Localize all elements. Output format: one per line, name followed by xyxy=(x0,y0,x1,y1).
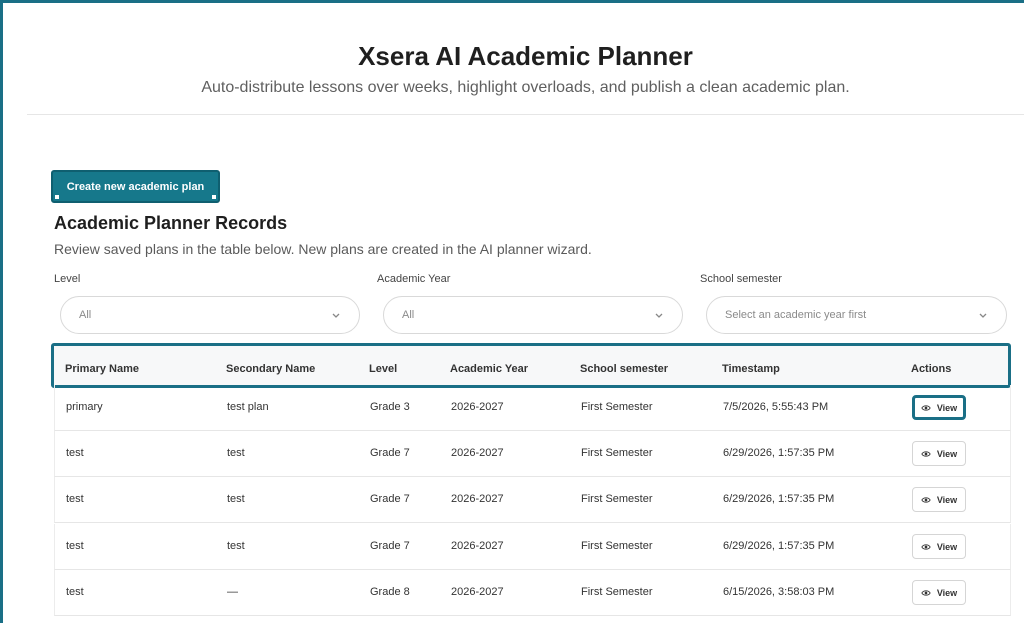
cell-level: Grade 7 xyxy=(370,540,410,552)
table-row: primary test plan Grade 3 2026-2027 First Se… xyxy=(54,385,1011,431)
level-filter-label: Level xyxy=(54,273,81,285)
eye-icon xyxy=(921,589,931,596)
column-header-actions: Actions xyxy=(911,363,952,375)
table-header: Primary Name Secondary Name Level Academ… xyxy=(51,343,1011,388)
column-header-secondary-name[interactable]: Secondary Name xyxy=(226,363,315,375)
cell-school-semester: First Semester xyxy=(581,586,653,598)
level-select[interactable]: All xyxy=(60,296,360,334)
cell-secondary-name: — xyxy=(227,586,238,598)
academic-year-filter-label: Academic Year xyxy=(377,273,451,285)
page-subtitle: Auto-distribute lessons over weeks, high… xyxy=(201,79,850,96)
column-header-level[interactable]: Level xyxy=(369,363,397,375)
level-select-value: All xyxy=(79,309,92,321)
table-row: test test Grade 7 2026-2027 First Semester 6/… xyxy=(54,524,1011,570)
view-button-label: View xyxy=(936,541,958,552)
column-header-primary-name[interactable]: Primary Name xyxy=(65,363,139,375)
view-button[interactable]: View xyxy=(912,395,966,420)
view-button-label: View xyxy=(936,587,958,598)
chevron-down-icon xyxy=(979,313,987,318)
semester-filter-label: School semester xyxy=(700,273,782,285)
cell-timestamp: 6/29/2026, 1:57:35 PM xyxy=(723,540,835,552)
cell-school-semester: First Semester xyxy=(581,447,653,459)
view-button-label: View xyxy=(936,448,958,459)
cell-secondary-name: test xyxy=(227,493,245,505)
cell-primary-name: test xyxy=(66,493,84,505)
cell-secondary-name: test plan xyxy=(227,401,269,413)
chevron-down-icon xyxy=(655,313,663,318)
academic-year-select-value: All xyxy=(402,309,415,321)
create-plan-button[interactable]: Create new academic plan xyxy=(51,170,220,203)
column-header-school-semester[interactable]: School semester xyxy=(580,363,668,375)
cell-level: Grade 3 xyxy=(370,401,410,413)
cell-secondary-name: test xyxy=(227,447,245,459)
view-button-label: View xyxy=(936,402,958,413)
semester-select[interactable]: Select an academic year first xyxy=(706,296,1007,334)
cell-school-semester: First Semester xyxy=(581,540,653,552)
cell-timestamp: 7/5/2026, 5:55:43 PM xyxy=(723,401,829,413)
table-row: test test Grade 7 2026-2027 First Semester 6/… xyxy=(54,477,1011,523)
cell-secondary-name: test xyxy=(227,540,245,552)
cell-timestamp: 6/15/2026, 3:58:03 PM xyxy=(723,586,835,598)
cell-academic-year: 2026-2027 xyxy=(451,586,504,598)
academic-year-select[interactable]: All xyxy=(383,296,683,334)
create-plan-label: Create new academic plan xyxy=(66,180,205,193)
view-button[interactable]: View xyxy=(912,580,966,605)
chevron-down-icon xyxy=(332,313,340,318)
cell-primary-name: test xyxy=(66,540,84,552)
cell-primary-name: test xyxy=(66,586,84,598)
column-header-timestamp[interactable]: Timestamp xyxy=(722,363,780,375)
section-description: Review saved plans in the table below. N… xyxy=(54,241,592,257)
cell-school-semester: First Semester xyxy=(581,493,653,505)
corner-mark xyxy=(55,195,59,199)
cell-primary-name: primary xyxy=(66,401,103,413)
cell-academic-year: 2026-2027 xyxy=(451,447,504,459)
cell-academic-year: 2026-2027 xyxy=(451,540,504,552)
cell-primary-name: test xyxy=(66,447,84,459)
cell-level: Grade 8 xyxy=(370,586,410,598)
view-button[interactable]: View xyxy=(912,441,966,466)
semester-select-value: Select an academic year first xyxy=(725,309,867,321)
cell-level: Grade 7 xyxy=(370,447,410,459)
page-header: Xsera AI Academic Planner Auto-distribut… xyxy=(27,3,1024,115)
cell-level: Grade 7 xyxy=(370,493,410,505)
cell-school-semester: First Semester xyxy=(581,401,653,413)
cell-academic-year: 2026-2027 xyxy=(451,401,504,413)
table-row: test — Grade 8 2026-2027 First Semester 6/15/… xyxy=(54,570,1011,616)
view-button-label: View xyxy=(936,494,958,505)
view-button[interactable]: View xyxy=(912,487,966,512)
table-row: test test Grade 7 2026-2027 First Semester 6/… xyxy=(54,431,1011,477)
view-button[interactable]: View xyxy=(912,534,966,559)
cell-academic-year: 2026-2027 xyxy=(451,493,504,505)
eye-icon xyxy=(921,450,931,457)
eye-icon xyxy=(921,496,931,503)
page-title: Xsera AI Academic Planner xyxy=(358,41,693,71)
column-header-academic-year[interactable]: Academic Year xyxy=(450,363,528,375)
cell-timestamp: 6/29/2026, 1:57:35 PM xyxy=(723,447,835,459)
section-title: Academic Planner Records xyxy=(54,213,288,233)
eye-icon xyxy=(921,404,931,411)
eye-icon xyxy=(921,543,931,550)
corner-mark xyxy=(212,195,216,199)
cell-timestamp: 6/29/2026, 1:57:35 PM xyxy=(723,493,835,505)
